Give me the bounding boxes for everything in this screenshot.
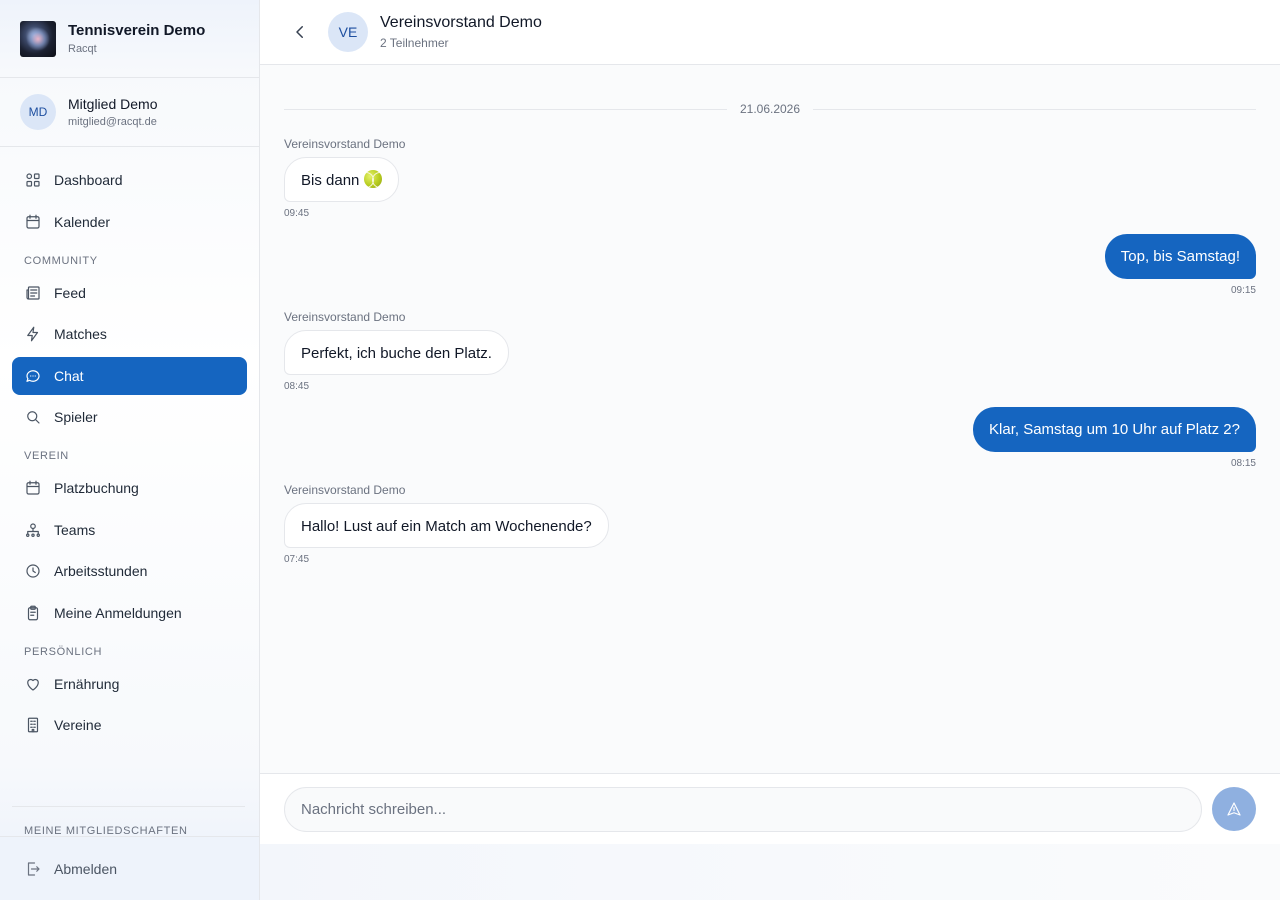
user-email: mitglied@racqt.de [68, 116, 157, 128]
user-name: Mitglied Demo [68, 96, 158, 112]
logout-label: Abmelden [54, 860, 118, 877]
dashboard-icon [26, 173, 40, 187]
message-outgoing: Klar, Samstag um 10 Uhr auf Platz 2? 08:… [973, 407, 1256, 469]
message-bubble[interactable]: Klar, Samstag um 10 Uhr auf Platz 2? [973, 407, 1256, 452]
message-outgoing: Top, bis Samstag! 09:15 [1104, 234, 1256, 296]
back-button[interactable] [288, 20, 312, 44]
sidebar-item-label: Vereine [54, 717, 102, 733]
message-bubble[interactable]: Bis dann [284, 157, 400, 202]
sidebar-item-vereine[interactable]: Vereine [12, 706, 247, 744]
sidebar-item-label: Dashboard [54, 172, 123, 188]
sidebar-item-label: Chat [54, 367, 84, 384]
sidebar-item-matches[interactable]: Matches [12, 315, 247, 353]
sidebar: Tennisverein Demo Racqt MD Mitglied Demo… [0, 0, 260, 900]
message-sender: Vereinsvorstand Demo [284, 483, 406, 497]
sidebar-item-label: Meine Anmeldungen [54, 604, 182, 621]
sidebar-item-label: Ernährung [54, 675, 120, 692]
sidebar-item-arbeitsstunden[interactable]: Arbeitsstunden [12, 552, 247, 590]
message-incoming: Vereinsvorstand Demo Hallo! Lust auf ein… [284, 483, 609, 565]
logout-icon [27, 861, 40, 876]
newspaper-icon [26, 285, 40, 300]
message-time: 07:45 [284, 554, 310, 565]
chat-avatar: VE [328, 12, 368, 52]
tennis-ball-icon [364, 170, 383, 188]
building-icon [27, 717, 39, 733]
brand-header[interactable]: Tennisverein Demo Racqt [0, 0, 259, 78]
message-sender: Vereinsvorstand Demo [284, 137, 406, 151]
sidebar-item-label: Platzbuchung [54, 480, 139, 496]
sidebar-item-dashboard[interactable]: Dashboard [12, 161, 247, 199]
sidebar-item-label: Teams [54, 521, 96, 538]
sidebar-item-kalender[interactable]: Kalender [12, 203, 247, 241]
message-time: 08:45 [284, 381, 310, 392]
clipboard-icon [27, 605, 39, 620]
chat-main: VE Vereinsvorstand Demo 2 Teilnehmer 21.… [260, 0, 1280, 900]
date-separator: 21.06.2026 [284, 101, 1256, 117]
calendar-icon [26, 480, 40, 495]
sidebar-item-spieler[interactable]: Spieler [12, 398, 247, 436]
chat-bubble-icon [26, 369, 40, 382]
team-network-icon [26, 522, 40, 537]
sidebar-divider [12, 806, 245, 807]
main-footer [260, 844, 1280, 900]
sidebar-item-platzbuchung[interactable]: Platzbuchung [12, 469, 247, 507]
participant-count: 2 Teilnehmer [380, 36, 449, 50]
clock-icon [26, 564, 40, 578]
chat-title: Vereinsvorstand Demo [380, 14, 542, 31]
date-label: 21.06.2026 [739, 102, 801, 116]
section-label-community: COMMUNITY [24, 254, 98, 267]
sidebar-item-feed[interactable]: Feed [12, 274, 247, 312]
club-name: Tennisverein Demo [68, 22, 206, 39]
lightning-icon [27, 326, 39, 342]
message-time: 09:15 [1230, 285, 1256, 296]
sidebar-item-chat[interactable]: Chat [12, 356, 247, 395]
app-name: Racqt [68, 43, 97, 55]
sidebar-item-label: Matches [54, 326, 107, 342]
user-profile[interactable]: MD Mitglied Demo mitglied@racqt.de [0, 78, 259, 147]
sidebar-item-label: Spieler [54, 409, 98, 425]
sidebar-item-label: Arbeitsstunden [54, 563, 148, 579]
message-time: 08:15 [1230, 458, 1256, 469]
message-bubble[interactable]: Hallo! Lust auf ein Match am Wochenende? [284, 503, 609, 548]
avatar: MD [20, 94, 56, 130]
sidebar-nav: Dashboard Kalender COMMUNITY Feed Matche… [0, 147, 259, 744]
logout-button[interactable]: Abmelden [0, 836, 259, 900]
section-label-verein: VEREIN [24, 450, 69, 462]
message-time: 09:45 [284, 208, 310, 219]
calendar-icon [26, 214, 40, 229]
sidebar-item-label: Kalender [54, 213, 111, 230]
heart-icon [27, 678, 39, 691]
message-list: 21.06.2026 Vereinsvorstand Demo Bis dann… [284, 65, 1256, 773]
message-composer [260, 773, 1280, 844]
sidebar-item-ernaehrung[interactable]: Ernährung [12, 665, 247, 703]
message-incoming: Vereinsvorstand Demo Perfekt, ich buche … [284, 310, 509, 392]
chevron-left-icon [296, 26, 303, 38]
message-bubble[interactable]: Top, bis Samstag! [1104, 234, 1256, 279]
message-bubble[interactable]: Perfekt, ich buche den Platz. [284, 330, 509, 375]
chat-header: VE Vereinsvorstand Demo 2 Teilnehmer [260, 0, 1280, 65]
message-sender: Vereinsvorstand Demo [284, 310, 406, 324]
sidebar-item-teams[interactable]: Teams [12, 511, 247, 549]
message-text: Bis dann [301, 172, 360, 189]
sidebar-item-label: Feed [54, 284, 86, 301]
sidebar-item-anmeldungen[interactable]: Meine Anmeldungen [12, 594, 247, 632]
message-input[interactable] [284, 786, 1202, 832]
send-button[interactable] [1212, 787, 1256, 831]
search-icon [27, 411, 40, 424]
club-logo [20, 20, 56, 57]
send-icon [1227, 802, 1241, 816]
message-incoming: Vereinsvorstand Demo Bis dann 09:45 [284, 137, 405, 219]
section-label-persoenlich: PERSÖNLICH [24, 645, 103, 658]
